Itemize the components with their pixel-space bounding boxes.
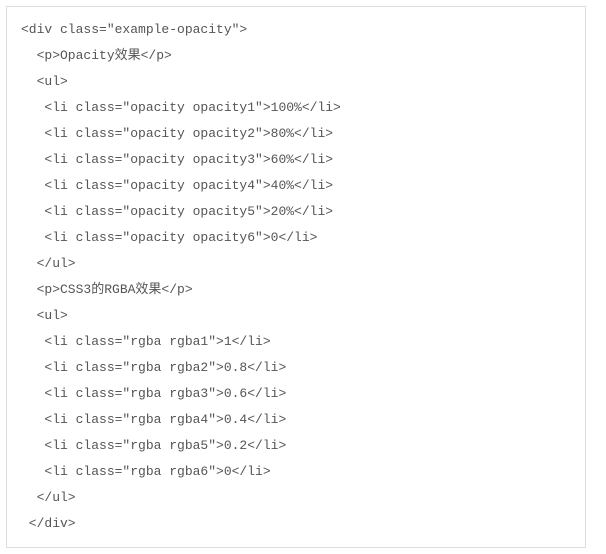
code-line: <li class="rgba rgba4">0.4</li> [21, 412, 286, 427]
code-block: <div class="example-opacity"> <p>Opacity… [6, 6, 586, 548]
code-line: <p>CSS3的RGBA效果</p> [21, 282, 193, 297]
code-line: <li class="opacity opacity1">100%</li> [21, 100, 341, 115]
code-line: <li class="opacity opacity5">20%</li> [21, 204, 333, 219]
code-line: <p>Opacity效果</p> [21, 48, 172, 63]
code-line: <li class="rgba rgba3">0.6</li> [21, 386, 286, 401]
code-line: </ul> [21, 490, 76, 505]
code-line: </ul> [21, 256, 76, 271]
code-line: <div class="example-opacity"> [21, 22, 247, 37]
code-line: <li class="opacity opacity3">60%</li> [21, 152, 333, 167]
code-line: <li class="rgba rgba6">0</li> [21, 464, 271, 479]
code-line: </div> [21, 516, 76, 531]
code-line: <ul> [21, 308, 68, 323]
code-line: <li class="opacity opacity6">0</li> [21, 230, 317, 245]
code-line: <ul> [21, 74, 68, 89]
code-line: <li class="rgba rgba2">0.8</li> [21, 360, 286, 375]
code-line: <li class="rgba rgba1">1</li> [21, 334, 271, 349]
code-line: <li class="rgba rgba5">0.2</li> [21, 438, 286, 453]
code-line: <li class="opacity opacity2">80%</li> [21, 126, 333, 141]
code-line: <li class="opacity opacity4">40%</li> [21, 178, 333, 193]
